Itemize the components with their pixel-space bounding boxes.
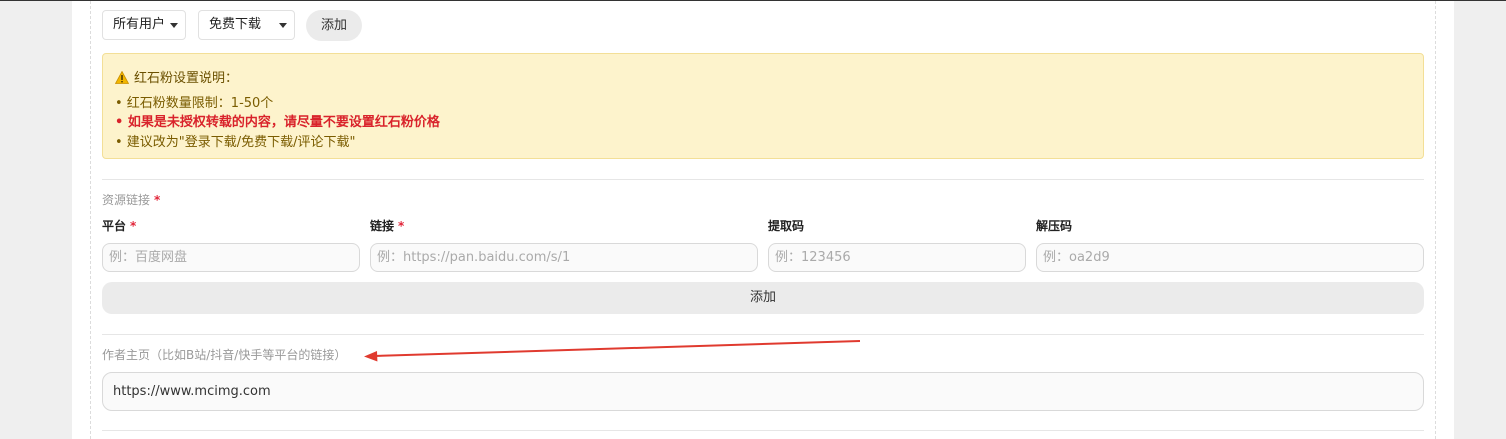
required-mark: *: [154, 193, 161, 207]
unzip-code-label: 解压码: [1036, 219, 1073, 233]
user-scope-select[interactable]: 所有用户: [102, 10, 186, 40]
add-filter-button[interactable]: 添加: [306, 10, 362, 41]
red-arrow-annotation: [364, 340, 861, 362]
resource-section-label-text: 资源链接: [102, 193, 151, 207]
chevron-down-icon: [279, 23, 287, 28]
divider: [102, 179, 1424, 180]
author-homepage-input[interactable]: [102, 372, 1424, 411]
notice-title-text: 红石粉设置说明：: [134, 71, 239, 86]
download-type-select[interactable]: 免费下载: [198, 10, 295, 40]
link-label: 链接 *: [370, 217, 404, 234]
link-input[interactable]: [370, 243, 758, 272]
notice-line-suggestion: • 建议改为"登录下载/免费下载/评论下载": [115, 135, 356, 150]
divider: [102, 430, 1424, 431]
extract-code-label: 提取码: [768, 219, 805, 233]
notice-line-warning: • 如果是未授权转载的内容，请尽量不要设置红石粉价格: [115, 115, 440, 130]
platform-label: 平台 *: [102, 217, 136, 234]
extract-code-input[interactable]: [768, 243, 1026, 272]
divider: [102, 334, 1424, 335]
panel-dashed-border-right: [1435, 1, 1436, 439]
author-homepage-label: 作者主页（比如B站/抖音/快手等平台的链接）: [102, 348, 347, 362]
user-scope-select-value: 所有用户: [113, 17, 166, 32]
required-mark: *: [398, 219, 405, 233]
panel-dashed-border-left: [90, 1, 91, 439]
warning-triangle-icon: [115, 71, 129, 84]
platform-label-text: 平台: [102, 219, 127, 233]
unzip-code-input[interactable]: [1036, 243, 1424, 272]
add-resource-link-button[interactable]: 添加: [102, 282, 1424, 314]
notice-line-limit: • 红石粉数量限制：1-50个: [115, 96, 274, 111]
link-label-text: 链接: [370, 219, 395, 233]
notice-title: 红石粉设置说明：: [115, 67, 238, 86]
chevron-down-icon: [170, 23, 178, 28]
platform-input[interactable]: [102, 243, 360, 272]
download-type-select-value: 免费下载: [209, 17, 262, 32]
redstone-notice-box: 红石粉设置说明： • 红石粉数量限制：1-50个 • 如果是未授权转载的内容，请…: [102, 53, 1424, 159]
resource-section-label: 资源链接 *: [102, 191, 160, 208]
required-mark: *: [130, 219, 137, 233]
